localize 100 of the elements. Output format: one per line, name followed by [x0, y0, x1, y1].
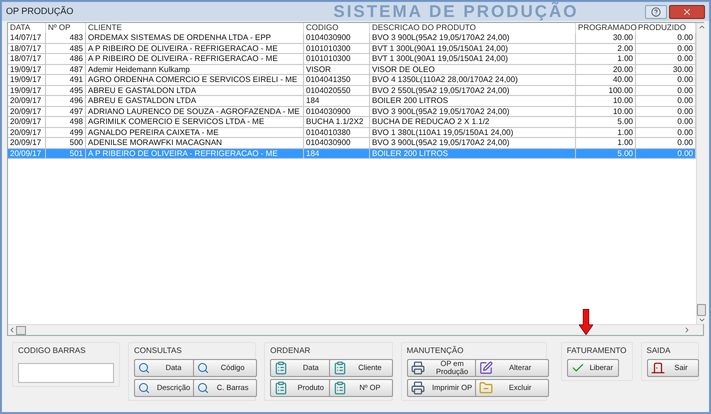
printer-icon	[410, 361, 425, 375]
table-cell: 485	[46, 44, 86, 54]
table-cell: 498	[46, 117, 86, 128]
table-cell: 19/09/17	[8, 86, 46, 96]
table-cell: 18/07/17	[8, 54, 46, 64]
table-row[interactable]: 18/07/17 486 A P RIBEIRO DE OLIVEIRA - REFRIGERACAO - ME 0101010300 BVT 1 300L(90A1 19,05/150A1 24,00) 1.00 0.00	[8, 54, 696, 64]
table-cell: BOILER 200 LITROS	[370, 96, 576, 106]
folder-icon	[478, 381, 493, 395]
table-cell: 501	[46, 148, 86, 159]
table-cell: BOILER 200 LITROS	[370, 148, 576, 159]
close-icon	[682, 6, 692, 16]
group-title: FATURAMENTO	[566, 345, 626, 357]
table-cell: 0104030900	[304, 106, 370, 117]
clipboard-icon	[274, 361, 288, 375]
table-cell: AGRO ORDENHA COMERCIO E SERVICOS EIRELI - ME	[86, 75, 304, 86]
table-cell: 20/09/17	[8, 117, 46, 128]
table-row[interactable]: 18/07/17 485 A P RIBEIRO DE OLIVEIRA - REFRIGERACAO - ME 0101010300 BVT 1 300L(90A1 19,05/150A1 24,00) 2.00 0.00	[8, 44, 696, 54]
table-cell: BVO 3 900L(95A2 19,05/170A2 24,00)	[370, 33, 576, 44]
search-icon	[138, 382, 150, 394]
table-cell: 19/09/17	[8, 64, 46, 75]
scroll-up-icon	[698, 23, 706, 31]
table-cell: ABREU E GASTALDON LTDA	[86, 86, 304, 96]
search-icon	[197, 362, 210, 374]
table-cell: 184	[304, 96, 370, 106]
search-icon	[197, 382, 210, 394]
group-title: SAIDA	[646, 345, 672, 357]
vertical-scrollbar[interactable]	[696, 23, 706, 324]
table-cell: 0104030900	[304, 33, 370, 44]
clipboard-icon	[333, 361, 348, 375]
printer-icon	[410, 381, 425, 395]
group-title: CONSULTAS	[134, 345, 183, 357]
table-cell: BVO 3 900L(95A2 19,05/170A2 24,00)	[370, 106, 576, 117]
table-cell: A P RIBEIRO DE OLIVEIRA - REFRIGERACAO - ME	[86, 54, 304, 64]
table-cell: 1.00	[576, 54, 636, 64]
column-header[interactable]: PROGRAMADO	[576, 23, 636, 33]
table-row[interactable]: 20/09/17 497 ADRIANO LAURENCO DE SOUZA - AGROFAZENDA - ME 0104030900 BVO 3 900L(95A2 19,05/170A2 24,00) 10.00 0.00	[8, 106, 696, 117]
table-row[interactable]: 19/09/17 495 ABREU E GASTALDON LTDA 0104020550 BVO 2 550L(95A2 19,05/170A2 24,00) 100.00 0.00	[8, 86, 696, 96]
table-cell: 486	[46, 54, 86, 64]
scrollbar-thumb[interactable]	[16, 326, 26, 334]
column-header[interactable]: Nº OP	[46, 23, 86, 33]
column-header[interactable]: CLIENTE	[86, 23, 304, 33]
scrollbar-thumb[interactable]	[697, 304, 706, 316]
table-cell: 487	[46, 64, 86, 75]
scroll-right-icon	[683, 326, 691, 334]
table-cell: BUCHA DE REDUCAO 2 X 1.1/2	[370, 117, 576, 128]
table-cell: 10.00	[576, 106, 636, 117]
horizontal-scrollbar[interactable]	[8, 324, 703, 335]
help-button[interactable]	[645, 4, 667, 18]
table-cell: 30.00	[576, 33, 636, 44]
table-cell: 483	[46, 33, 86, 44]
table-cell: 497	[46, 106, 86, 117]
table-cell: 20/09/17	[8, 106, 46, 117]
table-cell: 0101010300	[304, 44, 370, 54]
door-icon	[650, 361, 664, 375]
table-cell: 2.00	[576, 44, 636, 54]
table-row[interactable]: 20/09/17 499 AGNALDO PEREIRA CAIXETA - ME 0104010380 BVO 1 380L(110A1 19,05/150A1 24,00) 1.00 0.00	[8, 128, 696, 138]
clipboard-icon	[274, 381, 288, 395]
table-cell: 100.00	[576, 86, 636, 96]
table-cell: 496	[46, 96, 86, 106]
table-cell: 495	[46, 86, 86, 96]
table-cell: 0104010380	[304, 128, 370, 138]
table-row[interactable]: 19/09/17 487 Ademir Heidemann Kulkamp VISOR VISOR DE OLEO 20.00 30.00	[8, 64, 696, 75]
table-cell: BUCHA 1.1/2X2	[304, 117, 370, 128]
table-cell: 10.00	[576, 96, 636, 106]
table-cell: BVO 1 380L(110A1 19,05/150A1 24,00)	[370, 128, 576, 138]
table-cell: BVT 1 300L(90A1 19,05/150A1 24,00)	[370, 44, 576, 54]
table-row[interactable]: 14/07/17 483 ORDEMAX SISTEMAS DE ORDENHA LTDA - EPP 0104030900 BVO 3 900L(95A2 19,05/170A2 24,00) 30.00 0.00	[8, 33, 696, 44]
group-title: CODIGO BARRAS	[18, 345, 87, 357]
scroll-left-icon	[8, 326, 16, 334]
banner-text: SISTEMA DE PRODUÇÃO	[333, 3, 579, 20]
column-header[interactable]: DESCRICAO DO PRODUTO	[370, 23, 576, 33]
table-cell: 5.00	[576, 117, 636, 128]
table-cell: 40.00	[576, 75, 636, 86]
table-cell: AGRIMILK COMERCIO E SERVICOS LTDA - ME	[86, 117, 304, 128]
table-cell: Ademir Heidemann Kulkamp	[86, 64, 304, 75]
table-cell: ADRIANO LAURENCO DE SOUZA - AGROFAZENDA - ME	[86, 106, 304, 117]
table-cell: 491	[46, 75, 86, 86]
table-cell: VISOR	[304, 64, 370, 75]
column-header[interactable]: CODIGO	[304, 23, 370, 33]
table-cell: 20/09/17	[8, 148, 46, 159]
table-row[interactable]: 20/09/17 496 ABREU E GASTALDON LTDA 184 BOILER 200 LITROS 10.00 0.00	[8, 96, 696, 106]
table-cell: BVO 4 1350L(110A2 28,00/170A2 24,00)	[370, 75, 576, 86]
search-icon	[138, 362, 150, 374]
table-cell: A P RIBEIRO DE OLIVEIRA - REFRIGERACAO - ME	[86, 44, 304, 54]
clipboard-icon	[333, 381, 348, 395]
table-cell: 20/09/17	[8, 96, 46, 106]
table-cell: 5.00	[576, 148, 636, 159]
table-cell: 184	[304, 148, 370, 159]
barcode-input-field[interactable]	[18, 362, 114, 382]
table-row[interactable]: 19/09/17 491 AGRO ORDENHA COMERCIO E SERVICOS EIRELI - ME 0104041350 BVO 4 1350L(110A2 28,00/170A2 24,00) 40.00 0.00	[8, 75, 696, 86]
table-row[interactable]: 20/09/17 498 AGRIMILK COMERCIO E SERVICOS LTDA - ME BUCHA 1.1/2X2 BUCHA DE REDUCAO 2 X 1.1/2 5.00 0.00	[8, 117, 696, 128]
table-cell: 499	[46, 128, 86, 138]
table-cell: VISOR DE OLEO	[370, 64, 576, 75]
table-cell: 18/07/17	[8, 44, 46, 54]
group-title: ORDENAR	[270, 345, 312, 357]
column-header[interactable]: DATA	[8, 23, 46, 33]
close-button[interactable]	[669, 4, 705, 18]
table-cell: AGNALDO PEREIRA CAIXETA - ME	[86, 128, 304, 138]
table-cell: 0101010300	[304, 54, 370, 64]
table-cell: ABREU E GASTALDON LTDA	[86, 96, 304, 106]
